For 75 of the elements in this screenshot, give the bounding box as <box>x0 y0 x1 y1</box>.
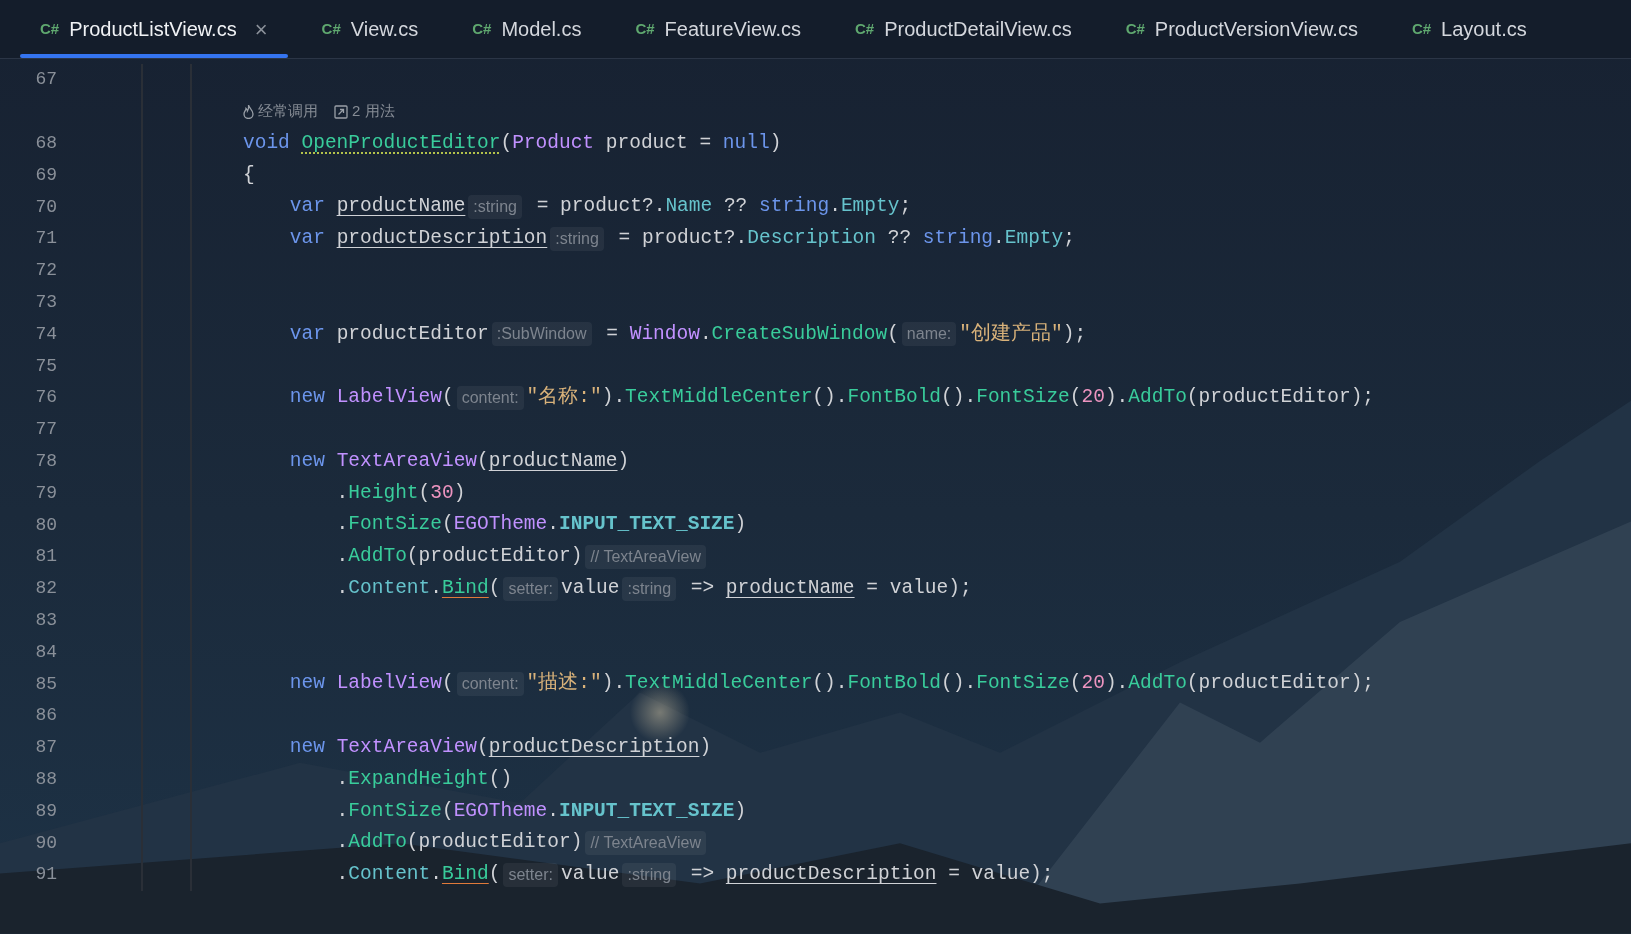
code-text: => productName = value); <box>689 576 972 601</box>
line-number: 68 <box>34 132 57 155</box>
line-number: 91 <box>34 863 57 887</box>
line-number: 84 <box>34 640 57 664</box>
line-number: 78 <box>34 449 57 473</box>
line-number: 85 <box>34 672 57 696</box>
code-text: = product?.Name ?? string.Empty; <box>535 194 912 220</box>
inlay-hint: :string <box>622 862 677 887</box>
file-tab[interactable]: C# View.cs <box>301 0 439 58</box>
line-number: 80 <box>34 513 57 537</box>
code-text: = product?.Description ?? string.Empty; <box>617 226 1075 252</box>
code-text: .Height(30) <box>335 480 466 506</box>
code-text: .FontSize(EGOTheme.INPUT_TEXT_SIZE) <box>335 798 747 824</box>
inlay-hint: setter: <box>503 576 558 601</box>
line-number: 81 <box>34 545 57 569</box>
line-number: 83 <box>34 608 57 632</box>
usages-link[interactable]: 2 用法 <box>352 100 395 123</box>
code-text: new LabelView( <box>288 671 454 697</box>
line-number: 90 <box>34 831 57 855</box>
code-text: new LabelView( <box>288 385 454 411</box>
line-number: 72 <box>34 259 57 283</box>
file-tab[interactable]: C# FeatureView.cs <box>615 0 821 58</box>
code-text: .Content.Bind( <box>335 576 501 601</box>
hint-label: 经常调用 <box>258 101 318 122</box>
line-number: 67 <box>34 68 57 92</box>
code-text: value <box>560 576 620 601</box>
line-number: 70 <box>34 195 57 219</box>
code-text: .ExpandHeight() <box>335 766 513 792</box>
line-number: 74 <box>34 322 57 346</box>
code-text: { <box>243 162 255 188</box>
file-tab[interactable]: C# Layout.cs <box>1391 0 1547 58</box>
file-tab[interactable]: C# ProductVersionView.cs <box>1105 0 1378 58</box>
file-tab[interactable]: C# Model.cs <box>452 0 602 58</box>
line-number: 89 <box>34 799 57 823</box>
inlay-hint: // TextAreaView <box>585 831 706 855</box>
inlay-hint: :string <box>550 226 604 251</box>
line-number: 73 <box>34 290 57 314</box>
link-out-icon <box>334 104 348 119</box>
line-number: 75 <box>34 354 57 378</box>
line-number: 71 <box>34 227 57 251</box>
inlay-hint: content: <box>456 672 524 697</box>
line-number: 82 <box>34 577 57 601</box>
line-number: 87 <box>34 736 57 760</box>
code-text: .FontSize(EGOTheme.INPUT_TEXT_SIZE) <box>335 512 747 538</box>
code-text: .AddTo(productEditor) <box>335 544 583 570</box>
code-text: value <box>560 862 620 888</box>
inlay-hint: content: <box>456 385 524 410</box>
code-text: .AddTo(productEditor) <box>335 830 583 856</box>
file-tab[interactable]: C# ProductDetailView.cs <box>834 0 1092 58</box>
code-text: = Window.CreateSubWindow( <box>605 321 899 347</box>
inlay-hint: :string <box>468 195 522 220</box>
inlay-hint: :string <box>622 576 677 601</box>
code-text: "创建产品"); <box>959 321 1087 347</box>
code-text: => productDescription = value); <box>689 862 1054 888</box>
line-number: 88 <box>34 767 57 791</box>
code-text: var productEditor <box>288 321 489 347</box>
code-text: "描述:").TextMiddleCenter().FontBold().FontSize(20).AddTo(productEditor); <box>526 670 1375 697</box>
line-number: 77 <box>34 418 57 442</box>
line-number: 69 <box>34 163 57 187</box>
inlay-hint: setter: <box>503 862 558 887</box>
inlay-hint: :SubWindow <box>491 322 592 347</box>
inlay-hint: // TextAreaView <box>585 544 706 569</box>
flame-icon <box>243 104 254 119</box>
code-text: .Content.Bind( <box>335 862 501 888</box>
file-tab[interactable]: C# ProductListView.cs × <box>20 0 288 58</box>
code-text: void OpenProductEditor(Product product = null) <box>243 130 782 156</box>
code-text: new TextAreaView(productName) <box>288 448 630 474</box>
inlay-hint: name: <box>901 322 957 347</box>
code-text: var productName <box>288 194 466 220</box>
code-text: new TextAreaView(productDescription) <box>288 735 712 760</box>
line-number: 79 <box>34 481 57 505</box>
code-text: "名称:").TextMiddleCenter().FontBold().FontSize(20).AddTo(productEditor); <box>526 385 1375 411</box>
line-number: 86 <box>34 704 57 728</box>
code-text: var productDescription <box>288 226 548 252</box>
line-number: 76 <box>34 386 57 410</box>
